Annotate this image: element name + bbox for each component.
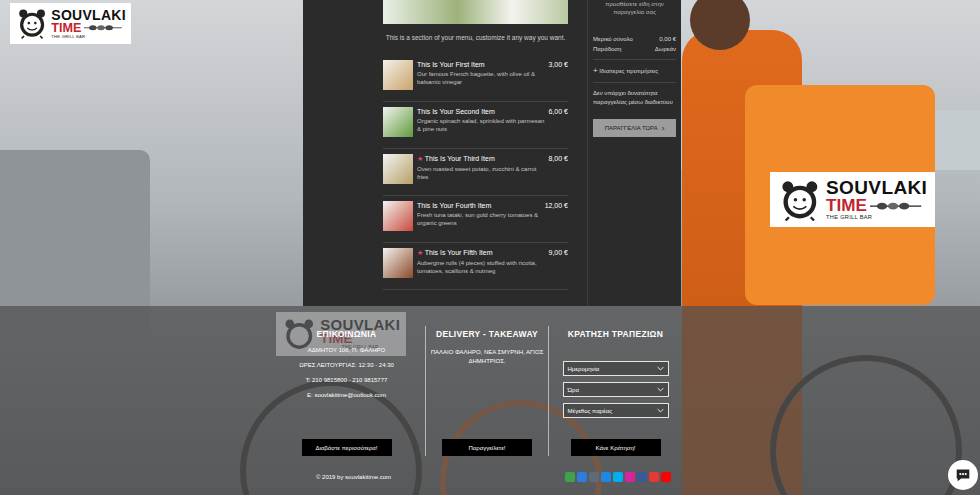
reservation-column: ΚΡΑΤΗΣΗ ΤΡΑΠΕΖΙΩΝ Ημερομηνία Ώρα Μέγεθος πα… — [548, 326, 682, 456]
bag-logo: SOUVLAKITIME THE GRILL BAR — [770, 172, 935, 227]
social-links — [565, 472, 671, 482]
chat-bubble-icon — [954, 466, 972, 484]
alarm-clock-icon — [778, 178, 822, 222]
item-price: 6,00 € — [549, 108, 568, 115]
reservation-dropdown[interactable]: Ημερομηνία — [563, 361, 669, 376]
cart: προσθέσετε είδη στηνπαραγγελία σας Μερικό… — [587, 0, 681, 306]
item-photo — [383, 60, 413, 90]
delivery-column: DELIVERY - TAKEAWAY ΠΑΛΑΙΟ ΦΑΛΗΡΟ, ΝΕΑ ΣΜ… — [425, 326, 548, 456]
item-name: ★ This Is Your Fifth Item — [417, 249, 545, 257]
item-description: Aubergine rolls (4 pieces) stuffed with … — [417, 260, 545, 276]
summary-row: ΠαράδοσηΔωρεάν — [593, 44, 676, 54]
reservation-dropdown[interactable]: Ώρα — [563, 382, 669, 397]
order-now-button[interactable]: ΠΑΡΑΓΓΕΛΙΑ ΤΩΡΑ› — [593, 119, 676, 137]
star-icon: ★ — [417, 249, 423, 256]
item-name: This Is Your Fourth Item — [417, 202, 541, 209]
item-price: 12,00 € — [545, 202, 568, 209]
contact-line: ΑΔΜΗΤΟΥ 106, Π. ΦΑΛΗΡΟ — [299, 347, 394, 353]
alarm-clock-icon — [16, 7, 48, 39]
cart-summary: Μερικό σύνολο0,00 €ΠαράδοσηΔωρεάν — [593, 34, 676, 59]
copyright: © 2019 by souvlakitime.com — [316, 474, 565, 480]
menu-item[interactable]: This Is Your First Item Our famous French… — [383, 55, 568, 102]
social-icon[interactable] — [577, 472, 587, 482]
delivery-areas: ΠΑΛΑΙΟ ΦΑΛΗΡΟ, ΝΕΑ ΣΜΥΡΝΗ, ΑΓΙΟΣ ΔΗΜΗΤΡΙ… — [430, 348, 544, 366]
contact-line: T: 210 9815800 - 210 9815777 — [299, 377, 394, 383]
social-icon[interactable] — [589, 472, 599, 482]
chevron-down-icon — [657, 408, 664, 413]
menu-intro: This is a section of your menu, customiz… — [383, 34, 568, 41]
header-area: SOUVLAKITIME THE GRILL BAR — [0, 0, 303, 306]
summary-row: Μερικό σύνολο0,00 € — [593, 34, 676, 44]
item-description: Fresh tuna tataki, sun gold cherry tomat… — [417, 212, 541, 228]
skewer-icon — [870, 201, 921, 211]
alarm-clock-icon — [282, 317, 317, 352]
item-name: This Is Your First Item — [417, 61, 545, 68]
item-price: 8,00 € — [549, 155, 568, 162]
cart-empty-message: προσθέσετε είδη στηνπαραγγελία σας — [593, 0, 676, 16]
social-icon[interactable] — [601, 472, 611, 482]
menu-section-image — [383, 0, 568, 24]
order-notice: Δεν υπάρχει δυνατότητα παραγγελίας μέσω … — [593, 82, 676, 113]
item-photo — [383, 248, 413, 278]
menu-item[interactable]: This Is Your Second Item Organic spinach … — [383, 102, 568, 149]
online-order-panel: This is a section of your menu, customiz… — [303, 0, 681, 306]
social-icon[interactable] — [565, 472, 575, 482]
reserve-button[interactable]: Κάνε Κράτηση! — [571, 439, 661, 456]
social-icon[interactable] — [625, 472, 635, 482]
social-icon[interactable] — [661, 472, 671, 482]
contact-column: SOUVLAKITIMETHE GRILL BARΕΠΙΚΟΙΝΩΝΙΑΑΔΜΗ… — [268, 326, 425, 456]
item-price: 9,00 € — [549, 249, 568, 256]
item-name: This Is Your Second Item — [417, 108, 545, 115]
item-photo — [383, 154, 413, 184]
item-description: Oven roasted sweet potato, zucchini & ca… — [417, 166, 545, 182]
skewer-icon — [84, 24, 122, 32]
read-more-button[interactable]: Διαβάστε περισσότερα! — [302, 439, 392, 456]
chevron-down-icon — [657, 366, 664, 371]
footer: SOUVLAKITIMETHE GRILL BARΕΠΙΚΟΙΝΩΝΙΑΑΔΜΗ… — [0, 306, 980, 495]
top-section: SOUVLAKITIME THE GRILL BAR This is a sect… — [0, 0, 980, 306]
special-requests[interactable]: + Ιδιαίτερες προτιμήσεις — [593, 59, 676, 82]
item-price: 3,00 € — [549, 61, 568, 68]
hero-area: SOUVLAKITIME THE GRILL BAR — [681, 0, 980, 306]
social-icon[interactable] — [637, 472, 647, 482]
social-icon[interactable] — [613, 472, 623, 482]
contact-line: E: souvlakitime@outlook.com — [299, 392, 394, 398]
item-photo — [383, 107, 413, 137]
menu-item[interactable]: ★ This Is Your Third Item Oven roasted sw… — [383, 149, 568, 196]
item-name: ★ This Is Your Third Item — [417, 155, 545, 163]
menu-items: This Is Your First Item Our famous French… — [383, 55, 568, 290]
delivery-title: DELIVERY - TAKEAWAY — [436, 329, 538, 339]
item-description: Our famous French baguette, with olive o… — [417, 71, 545, 87]
star-icon: ★ — [417, 155, 423, 162]
order-button[interactable]: Παραγγείλετε! — [442, 439, 532, 456]
page: SOUVLAKITIME THE GRILL BAR This is a sect… — [0, 0, 980, 495]
reservation-dropdown[interactable]: Μέγεθος παρέας — [563, 403, 669, 418]
menu-item[interactable]: ★ This Is Your Fifth Item Aubergine rolls… — [383, 243, 568, 290]
item-description: Organic spinach salad, sprinkled with pa… — [417, 118, 545, 134]
contact-title: ΕΠΙΚΟΙΝΩΝΙΑ — [317, 329, 377, 339]
menu-section: This is a section of your menu, customiz… — [365, 0, 587, 306]
chevron-down-icon — [657, 387, 664, 392]
site-logo[interactable]: SOUVLAKITIME THE GRILL BAR — [10, 3, 131, 44]
reservation-title: ΚΡΑΤΗΣΗ ΤΡΑΠΕΖΙΩΝ — [568, 329, 663, 339]
social-icon[interactable] — [649, 472, 659, 482]
contact-line: ΩΡΕΣ ΛΕΙΤΟΥΡΓΙΑΣ: 12:30 - 24:30 — [299, 362, 394, 368]
menu-item[interactable]: This Is Your Fourth Item Fresh tuna tatak… — [383, 196, 568, 243]
chat-button[interactable] — [948, 460, 978, 490]
item-photo — [383, 201, 413, 231]
